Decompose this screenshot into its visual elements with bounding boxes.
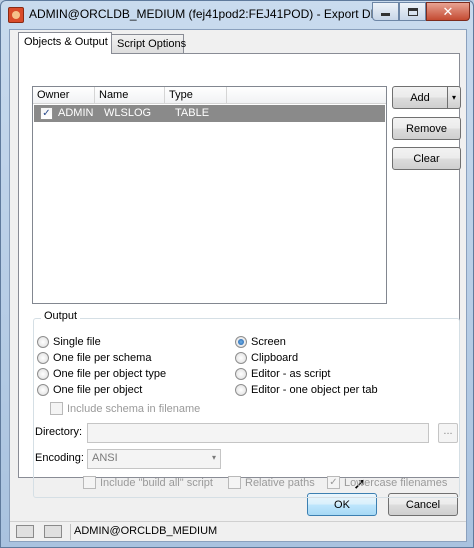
- table-row[interactable]: ✓ ADMIN WLSLOG TABLE: [34, 105, 385, 122]
- encoding-value: ANSI: [92, 452, 118, 464]
- relative-paths-checkbox[interactable]: Relative paths: [228, 476, 315, 489]
- radio-button[interactable]: [37, 336, 49, 348]
- output-group-label: Output: [41, 310, 81, 322]
- radio-clipboard[interactable]: Clipboard: [235, 352, 298, 364]
- radio-button[interactable]: [235, 368, 247, 380]
- checkbox-label: Relative paths: [245, 476, 315, 489]
- column-header-type[interactable]: Type: [165, 87, 227, 104]
- checkbox-box-checked[interactable]: ✓: [327, 476, 340, 489]
- objects-output-panel: Owner Name Type ✓ ADMIN WLSLOG TABLE Add…: [18, 53, 461, 498]
- directory-label: Directory:: [35, 426, 83, 438]
- radio-button[interactable]: [235, 352, 247, 364]
- chevron-down-icon: ▾: [451, 93, 456, 102]
- status-connection: ADMIN@ORCLDB_MEDIUM: [74, 525, 218, 537]
- minimize-icon: [381, 13, 390, 16]
- close-icon: ✕: [442, 4, 454, 19]
- radio-single-file[interactable]: Single file: [37, 336, 101, 348]
- lowercase-filenames-checkbox[interactable]: ✓ Lowercase filenames: [327, 476, 447, 489]
- checkbox-label: Include "build all" script: [100, 476, 213, 489]
- radio-label: Editor - as script: [251, 368, 331, 380]
- export-ddl-window: ADMIN@ORCLDB_MEDIUM (fej41pod2:FEJ41POD)…: [0, 0, 474, 548]
- column-header-owner[interactable]: Owner: [33, 87, 95, 104]
- checkbox-box[interactable]: [50, 402, 63, 415]
- include-schema-checkbox[interactable]: Include schema in filename: [50, 402, 200, 415]
- close-button[interactable]: ✕: [426, 2, 470, 21]
- cell-type: TABLE: [175, 107, 210, 119]
- maximize-icon: [407, 7, 418, 16]
- radio-one-file-per-object-type[interactable]: One file per object type: [37, 368, 166, 380]
- radio-label: One file per object type: [53, 368, 167, 380]
- add-button[interactable]: Add: [392, 86, 448, 109]
- radio-button[interactable]: [235, 384, 247, 396]
- radio-label: Screen: [251, 336, 286, 348]
- screen-icon: [16, 525, 34, 538]
- radio-button[interactable]: [37, 384, 49, 396]
- encoding-select[interactable]: ANSI ▾: [87, 449, 221, 469]
- checkbox-box[interactable]: [228, 476, 241, 489]
- app-icon: [8, 7, 24, 23]
- objects-table[interactable]: Owner Name Type ✓ ADMIN WLSLOG TABLE: [32, 86, 387, 304]
- radio-one-file-per-object[interactable]: One file per object: [37, 384, 142, 396]
- directory-input[interactable]: [87, 423, 429, 443]
- radio-button[interactable]: [37, 368, 49, 380]
- radio-label: Single file: [53, 336, 101, 348]
- cell-owner: ADMIN: [58, 107, 94, 119]
- chevron-down-icon: ▾: [211, 453, 216, 462]
- status-separator: [70, 524, 71, 540]
- add-dropdown-button[interactable]: ▾: [447, 86, 461, 109]
- radio-one-file-per-schema[interactable]: One file per schema: [37, 352, 151, 364]
- radio-button-selected[interactable]: [235, 336, 247, 348]
- encoding-label: Encoding:: [35, 452, 84, 464]
- dialog-client-area: Objects & Output Script Options Owner Na…: [9, 29, 467, 542]
- radio-label: Editor - one object per tab: [251, 384, 378, 396]
- tab-script-options[interactable]: Script Options: [111, 34, 186, 54]
- radio-button[interactable]: [37, 352, 49, 364]
- radio-editor-as-script[interactable]: Editor - as script: [235, 368, 330, 380]
- clear-button[interactable]: Clear: [392, 147, 461, 170]
- checkbox-label: Lowercase filenames: [344, 476, 448, 489]
- cell-name: WLSLOG: [104, 107, 152, 119]
- window-title: ADMIN@ORCLDB_MEDIUM (fej41pod2:FEJ41POD)…: [29, 7, 386, 21]
- status-bar: ADMIN@ORCLDB_MEDIUM: [10, 521, 466, 541]
- maximize-button[interactable]: [399, 2, 426, 21]
- include-build-all-checkbox[interactable]: Include "build all" script: [83, 476, 213, 489]
- title-bar[interactable]: ADMIN@ORCLDB_MEDIUM (fej41pod2:FEJ41POD)…: [1, 1, 473, 29]
- browse-button[interactable]: ...: [438, 423, 458, 443]
- radio-label: One file per object: [53, 384, 143, 396]
- radio-label: Clipboard: [251, 352, 299, 364]
- checkbox-label: Include schema in filename: [67, 402, 201, 415]
- tab-objects-output[interactable]: Objects & Output: [18, 32, 112, 54]
- checkbox-box[interactable]: [83, 476, 96, 489]
- remove-button[interactable]: Remove: [392, 117, 461, 140]
- connection-icon: [44, 525, 62, 538]
- radio-screen[interactable]: Screen: [235, 336, 286, 348]
- column-header-name[interactable]: Name: [95, 87, 165, 104]
- column-header-filler: [227, 87, 386, 104]
- radio-label: One file per schema: [53, 352, 152, 364]
- row-checkbox[interactable]: ✓: [40, 107, 53, 120]
- minimize-button[interactable]: [372, 2, 399, 21]
- radio-editor-one-object-per-tab[interactable]: Editor - one object per tab: [235, 384, 378, 396]
